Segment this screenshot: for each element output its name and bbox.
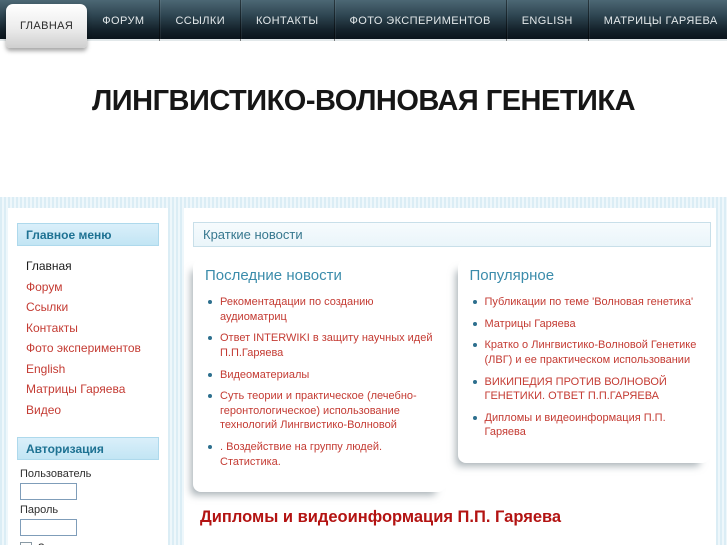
auth-header: Авторизация: [17, 437, 159, 460]
nav-tab-label: ФОТО ЭКСПЕРИМЕНТОВ: [349, 14, 491, 27]
news-link[interactable]: Ответ INTERWIKI в защиту научных идей П.…: [207, 331, 436, 360]
popular-link-label: ВИКИПЕДИЯ ПРОТИВ ВОЛНОВОЙ ГЕНЕТИКИ. ОТВЕ…: [484, 375, 667, 403]
nav-tab-label: МАТРИЦЫ ГАРЯЕВА: [603, 14, 718, 27]
content-background: Главное меню Главная Форум Ссылки Контак…: [0, 197, 727, 545]
password-input[interactable]: [20, 519, 77, 536]
nav-tab-label: ENGLISH: [521, 14, 573, 27]
popular-link[interactable]: Матрицы Гаряева: [472, 317, 701, 332]
nav-tab[interactable]: ССЫЛКИ: [160, 0, 241, 41]
page: ГЛАВНАЯ ФОРУМ ССЫЛКИ КОНТАКТЫ ФОТО ЭКСПЕ…: [0, 0, 727, 545]
popular-list: Публикации по теме 'Волновая генетика' М…: [472, 295, 701, 440]
auth-form: Пользователь Пароль Запомнить Войти: [20, 468, 168, 545]
nav-tab[interactable]: ФОРУМ: [87, 0, 161, 41]
menu-item: Матрицы Гаряева: [8, 379, 168, 400]
popular-link-label: Публикации по теме 'Волновая генетика': [484, 296, 694, 308]
latest-news-column: Последние новости Рекоментадации по созд…: [193, 259, 446, 493]
menu-link[interactable]: Видео: [26, 403, 61, 417]
popular-link[interactable]: ВИКИПЕДИЯ ПРОТИВ ВОЛНОВОЙ ГЕНЕТИКИ. ОТВЕ…: [472, 375, 701, 404]
nav-tab-label: КОНТАКТЫ: [256, 14, 319, 27]
popular-link[interactable]: Дипломы и видеоинформация П.П. Гаряева: [472, 411, 701, 440]
nav-tab-label: ССЫЛКИ: [175, 14, 225, 27]
nav-tab[interactable]: ГЛАВНАЯ: [6, 4, 88, 48]
popular-link-label: Матрицы Гаряева: [484, 317, 576, 330]
nav-tab[interactable]: КОНТАКТЫ: [241, 0, 335, 41]
username-label: Пользователь: [20, 468, 92, 480]
article: Дипломы и видеоинформация П.П. Гаряева К…: [200, 508, 716, 545]
menu-link[interactable]: English: [26, 362, 65, 376]
popular-link[interactable]: Публикации по теме 'Волновая генетика': [472, 295, 701, 310]
menu-item: Форум: [8, 277, 168, 298]
news-link-label: Рекоментадации по созданию аудиоматриц: [220, 296, 374, 323]
news-link[interactable]: . Воздействие на группу людей. Статистик…: [207, 440, 436, 469]
menu-item: English: [8, 359, 168, 380]
news-link[interactable]: Суть теории и практическое (лечебно-геро…: [207, 389, 436, 433]
masthead: ЛИНГВИСТИКО-ВОЛНОВАЯ ГЕНЕТИКА: [0, 43, 727, 197]
popular-link-label: Дипломы и видеоинформация П.П. Гаряева: [484, 411, 666, 439]
nav-tab[interactable]: ФОТО ЭКСПЕРИМЕНТОВ: [335, 0, 507, 41]
latest-news-title: Последние новости: [205, 267, 342, 284]
menu-item: Контакты: [8, 318, 168, 339]
menu-item: Фото экспериментов: [8, 338, 168, 359]
sidebar: Главное меню Главная Форум Ссылки Контак…: [8, 208, 168, 545]
popular-link[interactable]: Кратко о Лингвистико-Волновой Генетике (…: [472, 338, 701, 367]
nav-tab[interactable]: МАТРИЦЫ ГАРЯЕВА: [589, 0, 727, 41]
nav-tab[interactable]: ENGLISH: [507, 0, 589, 41]
menu-link[interactable]: Фото экспериментов: [26, 341, 141, 355]
news-link[interactable]: Рекоментадации по созданию аудиоматриц: [207, 295, 436, 324]
menu-link[interactable]: Матрицы Гаряева: [26, 382, 125, 396]
menu-link[interactable]: Ссылки: [26, 300, 68, 314]
menu-link[interactable]: Главная: [26, 259, 72, 273]
latest-news-list: Рекоментадации по созданию аудиоматриц О…: [207, 295, 436, 469]
main-content: Краткие новости Последние новости Рекоме…: [184, 208, 716, 545]
menu-link[interactable]: Контакты: [26, 321, 78, 335]
news-link-label: . Воздействие на группу людей. Статистик…: [220, 441, 383, 468]
main-menu-header: Главное меню: [17, 223, 159, 246]
news-link-label: Видеоматериалы: [220, 368, 310, 381]
menu-item: Ссылки: [8, 297, 168, 318]
news-link-label: Суть теории и практическое (лечебно-геро…: [220, 390, 417, 432]
nav-tabs: ГЛАВНАЯ ФОРУМ ССЫЛКИ КОНТАКТЫ ФОТО ЭКСПЕ…: [0, 0, 727, 48]
password-label: Пароль: [20, 504, 59, 516]
news-box-title: Краткие новости: [193, 222, 711, 247]
popular-title: Популярное: [469, 267, 555, 284]
news-link-label: Ответ INTERWIKI в защиту научных идей П.…: [220, 332, 433, 359]
news-columns: Последние новости Рекоментадации по созд…: [193, 259, 710, 493]
news-link[interactable]: Видеоматериалы: [207, 368, 436, 383]
top-navbar: ГЛАВНАЯ ФОРУМ ССЫЛКИ КОНТАКТЫ ФОТО ЭКСПЕ…: [0, 0, 727, 48]
site-title: ЛИНГВИСТИКО-ВОЛНОВАЯ ГЕНЕТИКА: [91, 85, 636, 117]
main-menu-list: Главная Форум Ссылки Контакты Фото экспе…: [8, 256, 168, 420]
article-title[interactable]: Дипломы и видеоинформация П.П. Гаряева: [200, 508, 716, 527]
menu-item: Главная: [8, 256, 168, 277]
nav-tab-label: ФОРУМ: [102, 14, 145, 27]
popular-column: Популярное Публикации по теме 'Волновая …: [457, 259, 710, 463]
nav-tab-label: ГЛАВНАЯ: [20, 20, 74, 32]
username-input[interactable]: [20, 483, 77, 500]
popular-link-label: Кратко о Лингвистико-Волновой Генетике (…: [484, 339, 697, 366]
menu-link[interactable]: Форум: [26, 280, 62, 294]
menu-item: Видео: [8, 400, 168, 421]
